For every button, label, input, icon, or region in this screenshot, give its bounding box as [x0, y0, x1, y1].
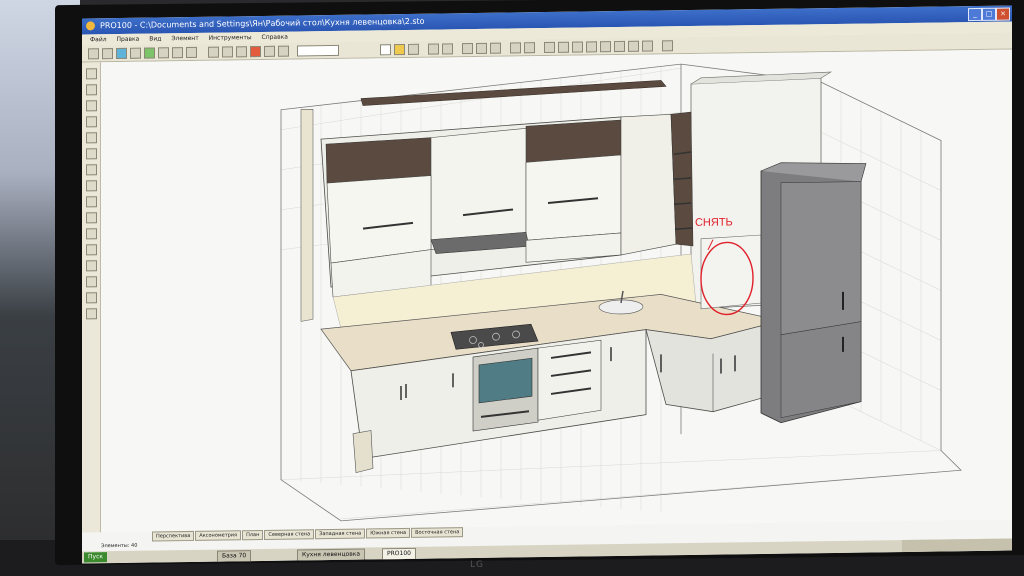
menu-tools[interactable]: Инструменты	[209, 34, 252, 42]
minimize-button[interactable]: _	[968, 7, 982, 22]
tool-icon[interactable]	[86, 116, 97, 128]
app-icon	[86, 21, 95, 31]
start-button[interactable]: Пуск	[84, 552, 107, 563]
tab-axonometry[interactable]: Аксонометрия	[195, 530, 242, 541]
elements-count: Элементы: 40	[101, 542, 138, 550]
cut-icon[interactable]	[462, 43, 473, 55]
sum-icon[interactable]	[662, 40, 673, 52]
zoom-select[interactable]	[297, 44, 339, 57]
toolbar-icon[interactable]	[642, 40, 653, 52]
menu-edit[interactable]: Правка	[117, 36, 140, 43]
tool-icon[interactable]	[86, 276, 97, 288]
task-pro100[interactable]: PRO100	[382, 547, 416, 561]
menu-file[interactable]: Файл	[90, 36, 107, 43]
toolbar-icon[interactable]	[628, 40, 639, 52]
tab-south-wall[interactable]: Южная стена	[366, 527, 411, 539]
end-panel	[352, 430, 374, 474]
left-toolbox	[82, 62, 101, 533]
toolbar-icon[interactable]	[186, 46, 197, 59]
tab-plan[interactable]: План	[242, 529, 264, 541]
tab-west-wall[interactable]: Западная стена	[315, 528, 366, 540]
menu-view[interactable]: Вид	[149, 35, 161, 42]
toolbar-icon[interactable]	[558, 41, 569, 53]
toolbar-icon[interactable]	[264, 45, 275, 57]
toolbar-icon[interactable]	[222, 46, 233, 58]
tab-north-wall[interactable]: Северная стена	[264, 529, 315, 540]
tool-icon[interactable]	[86, 68, 97, 80]
toolbar-icon[interactable]	[586, 41, 597, 53]
maximize-button[interactable]: □	[982, 7, 996, 21]
print-icon[interactable]	[428, 43, 439, 55]
pro100-window: PRO100 - C:\Documents and Settings\Ян\Ра…	[82, 5, 1012, 564]
toolbar-icon[interactable]	[236, 46, 247, 58]
tool-icon[interactable]	[86, 196, 97, 208]
tab-perspective[interactable]: Перспектива	[152, 530, 195, 542]
viewport-3d[interactable]: СНЯТЬ	[101, 49, 1011, 533]
open-file-icon[interactable]	[394, 43, 405, 56]
tool-icon[interactable]	[86, 244, 97, 256]
toolbar-icon[interactable]	[116, 47, 127, 60]
close-button[interactable]: ×	[996, 7, 1010, 21]
tool-icon[interactable]	[86, 132, 97, 144]
toolbar-icon[interactable]	[614, 40, 625, 53]
toolbar-icon[interactable]	[544, 41, 555, 54]
tool-icon[interactable]	[86, 228, 97, 240]
task-kitchen-folder[interactable]: Кухня левенцовка	[297, 548, 366, 562]
monitor-logo: LG	[470, 560, 484, 570]
side-pillar	[300, 108, 314, 322]
paste-icon[interactable]	[490, 42, 501, 54]
refrigerator	[760, 162, 867, 424]
toolbar-icon[interactable]	[172, 47, 183, 59]
toolbar-icon[interactable]	[88, 48, 99, 60]
toolbar-icon[interactable]	[130, 47, 141, 59]
tool-icon[interactable]	[86, 164, 97, 176]
menu-element[interactable]: Элемент	[171, 35, 198, 42]
tool-icon[interactable]	[86, 212, 97, 224]
annotation-text: СНЯТЬ	[695, 216, 733, 229]
tool-icon[interactable]	[86, 260, 97, 272]
new-file-icon[interactable]	[380, 44, 391, 56]
corner-shelves	[620, 111, 694, 256]
tool-icon[interactable]	[86, 308, 97, 320]
toolbar-icon[interactable]	[144, 47, 155, 59]
tool-icon[interactable]	[86, 84, 97, 96]
window-title: PRO100 - C:\Documents and Settings\Ян\Ра…	[100, 16, 425, 31]
tab-east-wall[interactable]: Восточная стена	[411, 527, 464, 538]
toolbar-icon[interactable]	[208, 46, 219, 58]
toolbar-icon[interactable]	[250, 45, 261, 58]
toolbar-icon[interactable]	[442, 43, 453, 55]
toolbar-icon[interactable]	[278, 45, 289, 57]
redo-icon[interactable]	[524, 42, 535, 54]
task-base70[interactable]: База 70	[217, 550, 252, 563]
undo-icon[interactable]	[510, 42, 521, 54]
toolbar-icon[interactable]	[572, 41, 583, 53]
tool-icon[interactable]	[86, 292, 97, 304]
copy-icon[interactable]	[476, 42, 487, 54]
save-icon[interactable]	[408, 43, 419, 55]
system-tray	[902, 538, 1012, 553]
tool-icon[interactable]	[86, 180, 97, 192]
tool-icon[interactable]	[86, 148, 97, 160]
menu-help[interactable]: Справка	[262, 34, 288, 41]
tool-icon[interactable]	[86, 100, 97, 112]
toolbar-icon[interactable]	[158, 47, 169, 59]
top-shelf	[360, 80, 667, 106]
kitchen-3d-scene: СНЯТЬ	[280, 63, 962, 522]
toolbar-icon[interactable]	[102, 48, 113, 60]
toolbar-icon[interactable]	[600, 41, 611, 53]
